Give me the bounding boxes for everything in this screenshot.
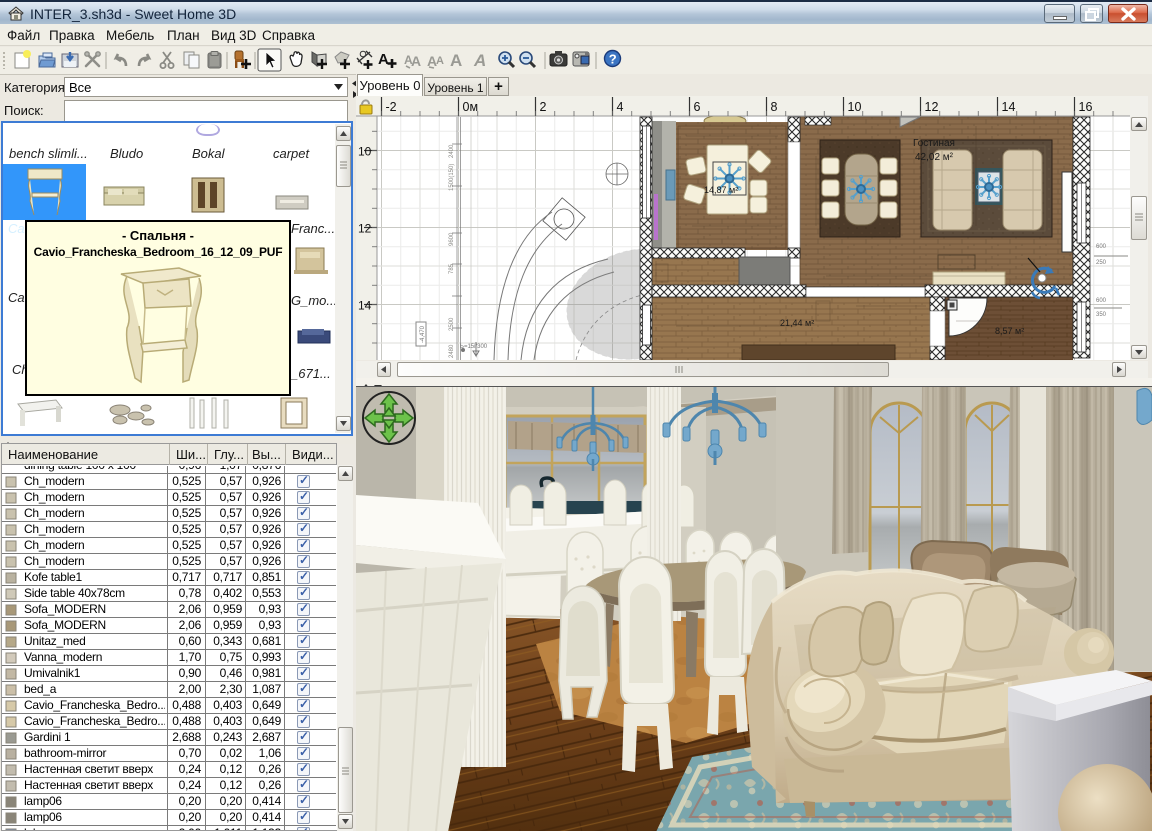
- svg-text:8: 8: [771, 100, 778, 114]
- svg-text:A: A: [450, 51, 462, 70]
- svg-text:350: 350: [1096, 312, 1107, 318]
- svg-text:?: ?: [609, 52, 617, 67]
- svg-text:600: 600: [1096, 244, 1107, 250]
- svg-text:Гостиная: Гостиная: [913, 138, 955, 149]
- svg-text:8,57 м²: 8,57 м²: [995, 326, 1024, 336]
- svg-text:785: 785: [449, 263, 455, 274]
- svg-text:2500: 2500: [449, 317, 455, 331]
- svg-text:2400: 2400: [449, 144, 455, 158]
- svg-text:9600: 9600: [449, 232, 455, 246]
- svg-text:12: 12: [358, 222, 372, 236]
- svg-text:1500(150): 1500(150): [449, 164, 455, 191]
- svg-text:А: А: [436, 55, 444, 67]
- svg-text:2: 2: [540, 100, 547, 114]
- svg-text:600: 600: [1096, 298, 1107, 304]
- svg-text:14: 14: [1002, 100, 1016, 114]
- svg-text:А: А: [411, 53, 421, 69]
- svg-text:4: 4: [617, 100, 624, 114]
- svg-text:250: 250: [1096, 260, 1107, 266]
- svg-text:14: 14: [358, 299, 372, 313]
- svg-text:10: 10: [358, 145, 372, 159]
- svg-text:16: 16: [1079, 100, 1093, 114]
- svg-text:-4,470: -4,470: [420, 325, 426, 343]
- svg-text:-2: -2: [386, 100, 397, 114]
- svg-text:A: A: [378, 51, 389, 68]
- svg-text:14,87 м²: 14,87 м²: [704, 185, 738, 195]
- svg-text:6: 6: [694, 100, 701, 114]
- svg-text:10: 10: [848, 100, 862, 114]
- svg-text:2480: 2480: [449, 344, 455, 358]
- svg-text:42,02 м²: 42,02 м²: [915, 152, 954, 163]
- svg-text:12: 12: [925, 100, 939, 114]
- svg-text:0м: 0м: [463, 100, 479, 114]
- svg-text:A: A: [473, 51, 486, 70]
